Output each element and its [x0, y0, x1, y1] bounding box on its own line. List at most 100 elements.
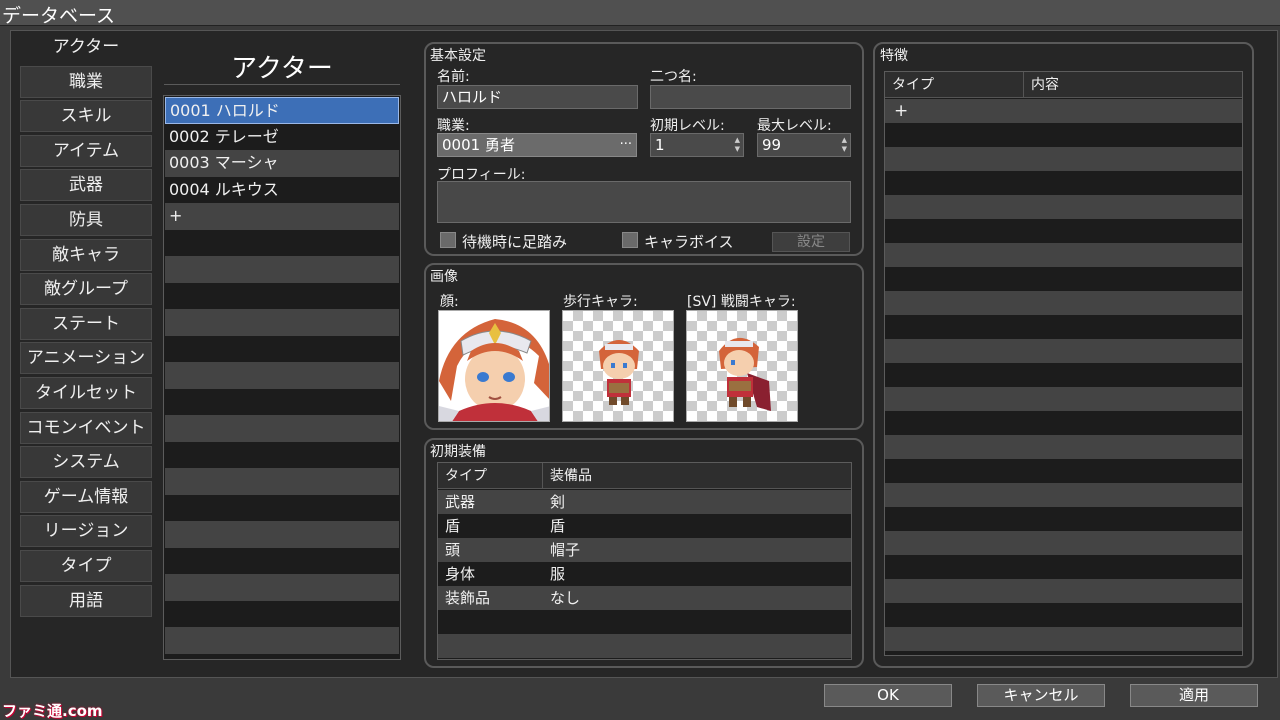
table-row[interactable] [885, 387, 1242, 411]
tab-items[interactable]: アイテム [20, 134, 152, 167]
ok-button[interactable]: OK [824, 684, 952, 707]
stepping-label: 待機時に足踏み [462, 233, 568, 251]
battler-sprite-icon [719, 337, 771, 411]
list-item[interactable] [165, 309, 399, 336]
table-row[interactable] [885, 291, 1242, 315]
list-item[interactable] [165, 256, 399, 283]
equip-item-cell: 帽子 [550, 541, 581, 559]
face-image[interactable] [438, 310, 550, 422]
tab-regions[interactable]: リージョン [20, 515, 152, 548]
tab-weapons[interactable]: 武器 [20, 169, 152, 202]
add-actor-item[interactable]: + [165, 203, 399, 230]
spin-arrows-icon[interactable]: ▲ ▼ [735, 136, 740, 154]
list-item[interactable] [165, 547, 399, 574]
nickname-field[interactable] [650, 85, 851, 109]
table-row[interactable]: 身体 服 [438, 562, 851, 586]
name-field[interactable]: ハロルド [437, 85, 638, 109]
table-row[interactable]: 装飾品 なし [438, 586, 851, 610]
walk-label: 歩行キャラ: [563, 294, 638, 310]
table-row[interactable] [885, 483, 1242, 507]
list-item[interactable] [165, 388, 399, 415]
traits-table[interactable]: タイプ 内容 + [884, 71, 1243, 656]
list-item[interactable] [165, 335, 399, 362]
list-item[interactable] [165, 415, 399, 442]
table-row[interactable] [885, 507, 1242, 531]
list-item[interactable] [165, 574, 399, 601]
column-header-type[interactable]: タイプ [438, 463, 543, 489]
column-header-equipment[interactable]: 装備品 [543, 463, 851, 489]
table-row[interactable] [885, 195, 1242, 219]
list-item[interactable]: 0002 テレーゼ [165, 123, 399, 150]
add-trait-symbol: + [894, 101, 909, 121]
list-item[interactable] [165, 468, 399, 495]
table-row[interactable] [885, 219, 1242, 243]
tab-terms[interactable]: 用語 [20, 584, 152, 617]
tab-tilesets[interactable]: タイルセット [20, 377, 152, 409]
equipment-table[interactable]: タイプ 装備品 武器 剣 盾 盾 頭 帽子 身体 服 装飾品 なし [437, 462, 852, 660]
table-row[interactable] [885, 555, 1242, 579]
list-item[interactable]: 0004 ルキウス [165, 176, 399, 203]
list-item[interactable] [165, 362, 399, 389]
list-item[interactable]: 0001 ハロルド [165, 97, 399, 124]
tab-troops[interactable]: 敵グループ [20, 273, 152, 306]
table-row[interactable]: 盾 盾 [438, 514, 851, 538]
table-row[interactable] [438, 634, 851, 658]
walk-character-image[interactable] [562, 310, 674, 422]
table-row[interactable]: 頭 帽子 [438, 538, 851, 562]
tab-animations[interactable]: アニメーション [20, 342, 152, 375]
tab-skills[interactable]: スキル [20, 100, 152, 133]
list-item[interactable] [165, 627, 399, 654]
table-row[interactable] [438, 610, 851, 634]
table-row[interactable] [885, 627, 1242, 651]
max-level-spinner[interactable]: 99 ▲ ▼ [757, 133, 851, 157]
profile-textarea[interactable] [437, 181, 851, 223]
table-row[interactable] [885, 603, 1242, 627]
table-row[interactable] [885, 411, 1242, 435]
table-row[interactable] [885, 531, 1242, 555]
table-row[interactable] [885, 171, 1242, 195]
tab-actors[interactable]: アクター [20, 31, 152, 63]
table-row[interactable] [885, 123, 1242, 147]
table-row[interactable] [885, 459, 1242, 483]
list-item[interactable] [165, 229, 399, 256]
table-row[interactable] [885, 315, 1242, 339]
voice-checkbox[interactable] [622, 232, 638, 248]
table-row[interactable] [885, 363, 1242, 387]
apply-button[interactable]: 適用 [1130, 684, 1258, 707]
class-select[interactable]: 0001 勇者 ··· [437, 133, 637, 157]
table-row[interactable] [885, 435, 1242, 459]
table-row[interactable] [885, 267, 1242, 291]
list-item[interactable] [165, 653, 399, 659]
cancel-button[interactable]: キャンセル [977, 684, 1105, 707]
voice-settings-button[interactable]: 設定 [772, 232, 850, 252]
table-row[interactable] [885, 147, 1242, 171]
table-row[interactable] [885, 243, 1242, 267]
tab-game-info[interactable]: ゲーム情報 [20, 480, 152, 513]
add-trait-row[interactable]: + [885, 99, 1242, 123]
table-row[interactable] [885, 579, 1242, 603]
table-row[interactable]: 武器 剣 [438, 490, 851, 514]
battler-image[interactable] [686, 310, 798, 422]
list-item[interactable] [165, 282, 399, 309]
name-label: 名前: [437, 69, 470, 85]
tab-armors[interactable]: 防具 [20, 204, 152, 236]
spin-arrows-icon[interactable]: ▲ ▼ [842, 136, 847, 154]
column-header-type[interactable]: タイプ [885, 72, 1024, 98]
initial-level-spinner[interactable]: 1 ▲ ▼ [650, 133, 744, 157]
list-item[interactable] [165, 521, 399, 548]
tab-states[interactable]: ステート [20, 307, 152, 340]
tab-common-events[interactable]: コモンイベント [20, 411, 152, 444]
tab-enemies[interactable]: 敵キャラ [20, 238, 152, 271]
table-row[interactable] [885, 339, 1242, 363]
tab-types[interactable]: タイプ [20, 550, 152, 582]
tab-classes[interactable]: 職業 [20, 65, 152, 98]
list-item[interactable] [165, 600, 399, 627]
face-label: 顔: [440, 294, 459, 310]
list-item[interactable]: 0003 マーシャ [165, 150, 399, 177]
stepping-checkbox[interactable] [440, 232, 456, 248]
list-item[interactable] [165, 494, 399, 521]
tab-system[interactable]: システム [20, 446, 152, 479]
column-header-content[interactable]: 内容 [1024, 72, 1242, 98]
list-item[interactable] [165, 441, 399, 468]
actor-list[interactable]: 0001 ハロルド 0002 テレーゼ 0003 マーシャ 0004 ルキウス … [163, 95, 401, 660]
